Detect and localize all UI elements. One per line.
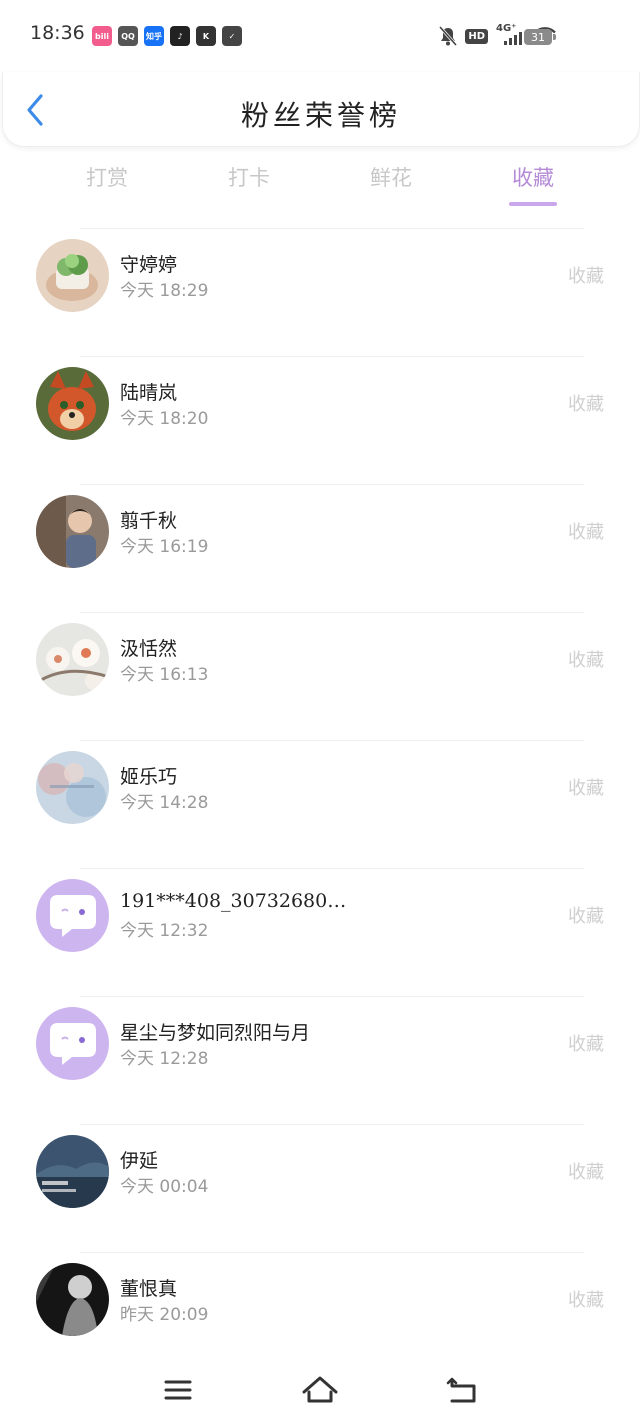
fan-time: 今天 00:04 <box>120 1177 209 1197</box>
action-label: 收藏 <box>568 394 604 415</box>
active-tab-indicator <box>509 202 557 206</box>
list-item[interactable]: 翦千秋今天 16:19 收藏 <box>0 484 640 612</box>
list-item[interactable]: 191***408_30732680… 今天 12:32 收藏 <box>0 868 640 996</box>
fan-time: 今天 16:13 <box>120 665 209 685</box>
tab-2[interactable]: 鲜花 <box>320 156 462 208</box>
action-label: 收藏 <box>568 1290 604 1311</box>
row-divider <box>80 612 584 613</box>
avatar[interactable] <box>36 623 109 696</box>
tab-label: 打赏 <box>86 166 128 190</box>
action-label: 收藏 <box>568 1034 604 1055</box>
row-divider <box>80 868 584 869</box>
row-divider <box>80 356 584 357</box>
battery-indicator: 31 <box>524 29 556 45</box>
action-label: 收藏 <box>568 266 604 287</box>
avatar[interactable] <box>36 879 109 952</box>
mute-icon <box>439 26 458 46</box>
row-divider <box>80 484 584 485</box>
action-label: 收藏 <box>568 906 604 927</box>
network-type: 4G⁺ <box>496 23 526 46</box>
menu-button[interactable] <box>158 1370 198 1410</box>
fan-time: 昨天 20:09 <box>120 1305 209 1325</box>
tab-bar: 打赏 打卡 鲜花 收藏 <box>36 156 604 212</box>
fan-name: 星尘与梦如同烈阳与月 <box>120 1022 311 1044</box>
list-item[interactable]: 姬乐巧今天 14:28 收藏 <box>0 740 640 868</box>
fan-name: 翦千秋 <box>120 510 178 532</box>
fan-name: 191***408_30732680… <box>120 890 347 912</box>
home-button[interactable] <box>300 1370 340 1410</box>
fan-time: 今天 18:20 <box>120 409 209 429</box>
kuaishou-icon: K <box>196 26 216 46</box>
fan-name: 董恨真 <box>120 1278 178 1300</box>
notification-icons: bili QQ 知乎 ♪ K ✓ <box>92 26 242 46</box>
signal-icon <box>504 32 522 45</box>
fan-time: 今天 12:28 <box>120 1049 209 1069</box>
row-divider <box>80 1252 584 1253</box>
list-item[interactable]: 伊延今天 00:04 收藏 <box>0 1124 640 1252</box>
back-icon <box>446 1377 476 1403</box>
fan-name: 汲恬然 <box>120 638 178 660</box>
action-label: 收藏 <box>568 778 604 799</box>
menu-icon <box>164 1380 192 1400</box>
avatar[interactable] <box>36 495 109 568</box>
bilibili-icon: bili <box>92 26 112 46</box>
list-item[interactable]: 星尘与梦如同烈阳与月 今天 12:28 收藏 <box>0 996 640 1124</box>
fan-time: 今天 18:29 <box>120 281 209 301</box>
tiktok-icon: ♪ <box>170 26 190 46</box>
shield-icon: ✓ <box>222 26 242 46</box>
list-item[interactable]: 守婷婷今天 18:29 收藏 <box>0 228 640 356</box>
row-divider <box>80 228 584 229</box>
avatar[interactable] <box>36 1263 109 1336</box>
zhihu-icon: 知乎 <box>144 26 164 46</box>
action-label: 收藏 <box>568 1162 604 1183</box>
nav-back-button[interactable] <box>442 1370 482 1410</box>
row-divider <box>80 1124 584 1125</box>
avatar[interactable] <box>36 1007 109 1080</box>
qq-icon: QQ <box>118 26 138 46</box>
tab-label: 打卡 <box>228 166 270 190</box>
status-time: 18:36 <box>30 22 85 44</box>
avatar[interactable] <box>36 239 109 312</box>
avatar[interactable] <box>36 367 109 440</box>
list-item[interactable]: 陆晴岚今天 18:20 收藏 <box>0 356 640 484</box>
avatar[interactable] <box>36 1135 109 1208</box>
status-bar: 18:36 bili QQ 知乎 ♪ K ✓ HD 4G⁺ 31 <box>0 0 640 72</box>
tab-1[interactable]: 打卡 <box>178 156 320 208</box>
tab-label: 鲜花 <box>370 166 412 190</box>
fan-name: 陆晴岚 <box>120 382 178 404</box>
hd-badge: HD <box>465 28 488 44</box>
fan-time: 今天 14:28 <box>120 793 209 813</box>
tab-3[interactable]: 收藏 <box>462 156 604 208</box>
avatar[interactable] <box>36 751 109 824</box>
home-icon <box>302 1376 338 1403</box>
header: 粉丝荣誉榜 <box>2 72 640 147</box>
fan-time: 今天 12:32 <box>120 921 209 941</box>
action-label: 收藏 <box>568 522 604 543</box>
fan-name: 守婷婷 <box>120 254 178 276</box>
page-title: 粉丝荣誉榜 <box>240 99 401 132</box>
row-divider <box>80 996 584 997</box>
action-label: 收藏 <box>568 650 604 671</box>
system-nav-bar <box>0 1360 640 1428</box>
fan-time: 今天 16:19 <box>120 537 209 557</box>
row-divider <box>80 740 584 741</box>
fan-name: 伊延 <box>120 1150 159 1172</box>
tab-label: 收藏 <box>512 166 554 190</box>
tab-0[interactable]: 打赏 <box>36 156 178 208</box>
list-item[interactable]: 汲恬然今天 16:13 收藏 <box>0 612 640 740</box>
fan-name: 姬乐巧 <box>120 766 178 788</box>
